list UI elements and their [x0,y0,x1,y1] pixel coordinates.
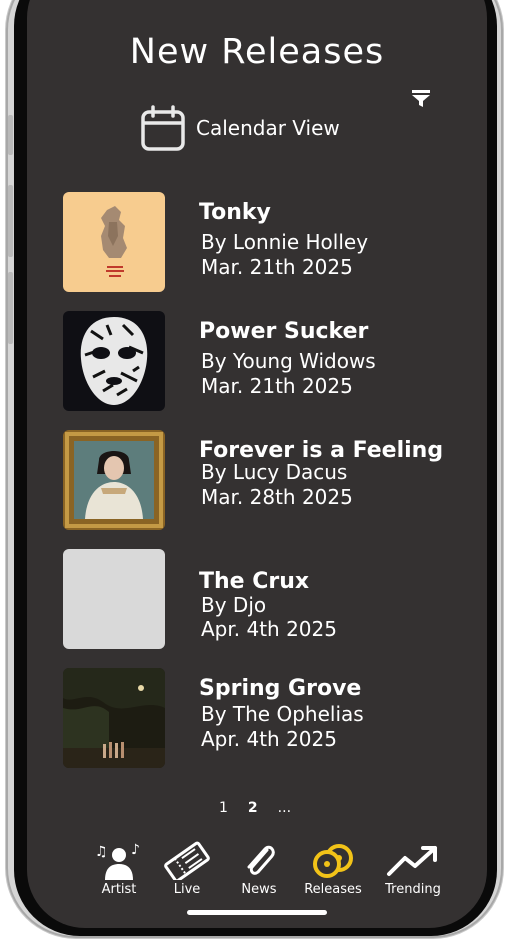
tab-label: News [241,882,277,897]
release-item[interactable]: Power Sucker By Young Widows Mar. 21th 2… [63,311,483,411]
release-title: Spring Grove [199,676,362,701]
album-cover [63,311,165,411]
calendar-icon [141,105,185,151]
release-item[interactable]: Spring Grove By The Ophelias Apr. 4th 20… [63,668,483,768]
ticket-icon [164,841,210,880]
tab-label: Live [173,882,201,897]
side-button [8,115,13,155]
pagination: 1 2 ... [219,800,291,816]
tab-live[interactable]: Live [147,840,227,897]
tab-label: Trending [385,882,441,897]
release-date: Mar. 21th 2025 [201,374,353,398]
calendar-view-label: Calendar View [196,116,340,140]
album-cover [63,549,165,649]
tab-trending[interactable]: Trending [373,840,453,897]
tab-news[interactable]: News [219,840,299,897]
release-artist: By Lonnie Holley [201,230,369,254]
release-date: Apr. 4th 2025 [201,727,337,751]
svg-text:♫: ♫ [95,844,108,860]
release-date: Mar. 28th 2025 [201,485,353,509]
filter-icon[interactable] [411,88,431,108]
release-title: Tonky [199,200,271,225]
app-screen: New Releases Calendar View Tonky By Lonn… [27,0,487,928]
release-item[interactable]: Forever is a Feeling By Lucy Dacus Mar. … [63,430,483,530]
trending-icon [387,846,437,876]
page-link-current[interactable]: 2 [248,800,258,816]
release-artist: By Djo [201,593,267,617]
release-date: Apr. 4th 2025 [201,617,337,641]
svg-text:♪: ♪ [131,842,140,858]
release-item[interactable]: Tonky By Lonnie Holley Mar. 21th 2025 [63,192,483,292]
release-artist: By Lucy Dacus [201,460,348,484]
home-indicator[interactable] [187,910,327,915]
tab-label: Releases [304,882,362,897]
release-title: Power Sucker [199,319,369,344]
tab-releases[interactable]: Releases [293,840,373,897]
release-artist: By The Ophelias [201,702,364,726]
album-cover [63,668,165,768]
release-date: Mar. 21th 2025 [201,255,353,279]
page-title: New Releases [129,32,385,72]
bottom-tab-bar: ♫ ♪ Artist Live News Releases Trending [27,840,487,900]
page-ellipsis[interactable]: ... [278,800,291,816]
page-link[interactable]: 1 [219,800,228,816]
album-cover [63,430,165,530]
release-item[interactable]: The Crux By Djo Apr. 4th 2025 [63,549,483,649]
artist-icon: ♫ ♪ [95,842,140,880]
album-cover [63,192,165,292]
release-artist: By Young Widows [201,349,376,373]
side-button [8,272,13,344]
calendar-view-toggle[interactable]: Calendar View [140,104,340,152]
vinyl-icon [313,844,353,878]
release-title: The Crux [199,569,310,594]
paperclip-icon [247,845,275,875]
side-button [8,185,13,257]
